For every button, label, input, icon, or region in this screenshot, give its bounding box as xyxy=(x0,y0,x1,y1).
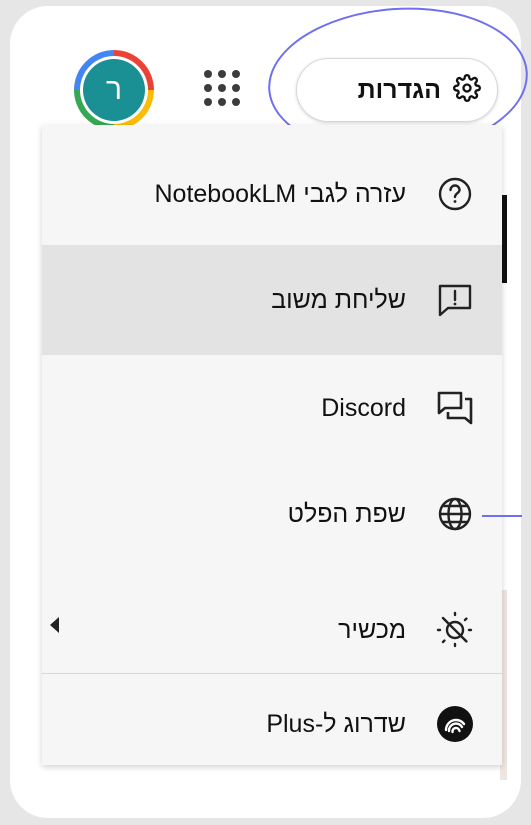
menu-item-label: שדרוג ל-Plus xyxy=(266,709,406,738)
forum-icon xyxy=(432,385,478,431)
annotation-line xyxy=(482,515,522,517)
plus-upgrade-icon xyxy=(432,701,478,747)
menu-item-label: שפת הפלט xyxy=(287,499,406,528)
menu-item-label: מכשיר xyxy=(338,615,406,644)
menu-item-output-language[interactable]: שפת הפלט xyxy=(42,459,502,569)
menu-item-feedback[interactable]: שליחת משוב xyxy=(42,245,502,355)
settings-menu: עזרה לגבי NotebookLM שליחת משוב Discord xyxy=(42,125,502,765)
avatar-letter: ר xyxy=(83,59,145,121)
menu-item-discord[interactable]: Discord xyxy=(42,353,502,463)
help-circle-icon xyxy=(432,171,478,217)
account-avatar[interactable]: ר xyxy=(74,50,154,130)
menu-item-label: Discord xyxy=(321,393,406,422)
submenu-arrow-icon[interactable] xyxy=(50,617,59,633)
menu-item-label: עזרה לגבי NotebookLM xyxy=(154,179,407,208)
apps-grid-icon[interactable] xyxy=(204,70,240,106)
globe-icon xyxy=(432,491,478,537)
menu-item-upgrade[interactable]: שדרוג ל-Plus xyxy=(42,669,502,779)
menu-item-label: שליחת משוב xyxy=(271,285,406,314)
theme-device-icon xyxy=(432,607,478,653)
menu-item-help[interactable]: עזרה לגבי NotebookLM xyxy=(42,139,502,249)
feedback-icon xyxy=(432,277,478,323)
